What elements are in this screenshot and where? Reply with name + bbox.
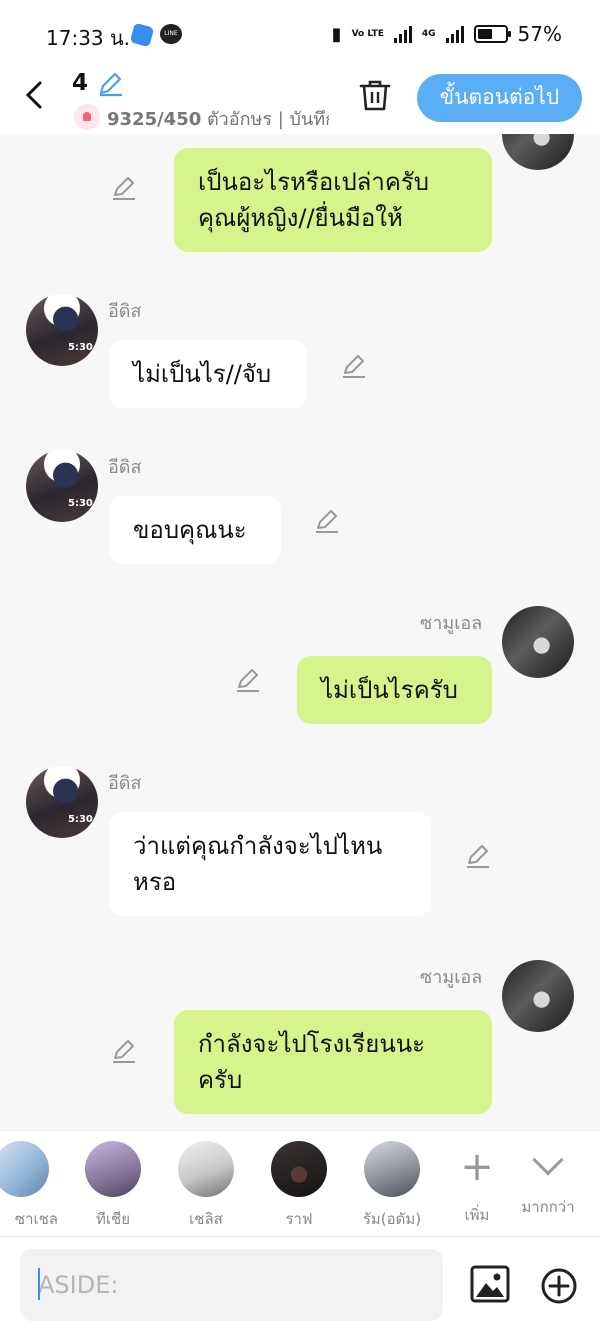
edit-message-button[interactable]	[313, 507, 341, 535]
episode-number: 4	[72, 70, 89, 96]
character-avatar	[85, 1141, 141, 1197]
chevron-down-icon	[532, 1144, 564, 1176]
message-bubble[interactable]: ว่าแต่คุณกำลังจะไปไหน หรอ	[109, 812, 431, 916]
battery-icon	[473, 25, 511, 43]
avatar-time: 5:30	[68, 814, 93, 825]
pencil-icon	[467, 845, 489, 868]
aside-input[interactable]	[20, 1249, 443, 1321]
avatar-time: 5:30	[68, 498, 93, 509]
edit-message-button[interactable]	[464, 842, 492, 870]
pencil-icon	[113, 177, 135, 200]
character-selector: ซาเชล ทีเชีย เชลิส ราฟ รัม(อดัม) + เพิ่ม…	[0, 1130, 600, 1236]
speaker-name: ซามูเอล	[420, 967, 483, 988]
speaker-name: ซามูเอล	[420, 613, 483, 634]
avatar-samuel	[502, 960, 574, 1032]
character-item[interactable]: เชลิส	[161, 1141, 251, 1231]
pencil-icon	[113, 1040, 135, 1063]
pencil-icon	[343, 355, 365, 378]
image-icon	[470, 1265, 510, 1303]
vibrate-icon: ▮	[331, 23, 342, 45]
chat-area[interactable]: เป็นอะไรหรือเปล่าครับ คุณผู้หญิง//ยื่นมื…	[0, 134, 600, 1130]
chevron-left-icon	[25, 81, 42, 109]
character-name: เชลิส	[189, 1210, 223, 1228]
message-text: กำลังจะไปโรงเรียนนะ	[198, 1030, 426, 1058]
edit-title-button[interactable]	[96, 70, 124, 102]
avatar-time: 5:30	[68, 342, 93, 353]
message-text: ไม่เป็นไรครับ	[321, 676, 458, 704]
message-text: เป็นอะไรหรือเปล่าครับ	[198, 168, 430, 196]
bell-icon	[74, 104, 100, 130]
network-icon: 4G	[421, 28, 436, 39]
signal-icon-2	[445, 25, 464, 43]
more-label: มากกว่า	[521, 1198, 575, 1216]
char-count-value: 9325/450	[107, 109, 202, 130]
message-text: ว่าแต่คุณกำลังจะไปไหน	[133, 832, 383, 860]
input-bar	[0, 1236, 600, 1333]
character-avatar	[0, 1141, 49, 1197]
line-app-icon: LINE	[160, 24, 182, 44]
message-bubble[interactable]: ขอบคุณนะ	[109, 496, 281, 564]
status-right: ▮ Vo LTE 4G 57%	[332, 22, 562, 46]
character-avatar	[271, 1141, 327, 1197]
speaker-name: อีดิส	[108, 301, 142, 322]
avatar-samuel	[502, 134, 574, 170]
char-count-suffix: ตัวอักษร | บันทึก	[201, 109, 329, 130]
pencil-icon	[316, 510, 338, 533]
app-notification-icon	[129, 22, 155, 48]
editor-header: 4 9325/450 ตัวอักษร | บันทึก ขั้นตอนต่อไ…	[0, 66, 600, 134]
character-name: ราฟ	[285, 1210, 313, 1228]
message-text: คุณผู้หญิง//ยื่นมือให้	[198, 204, 403, 232]
character-avatar	[364, 1141, 420, 1197]
add-button[interactable]	[540, 1267, 578, 1309]
battery-level: 57%	[517, 22, 562, 46]
character-count: 9325/450 ตัวอักษร | บันทึก	[107, 104, 329, 133]
message-bubble[interactable]: กำลังจะไปโรงเรียนนะ ครับ	[174, 1010, 492, 1114]
edit-message-button[interactable]	[110, 174, 138, 202]
avatar-edith: 5:30	[26, 766, 98, 838]
trash-icon	[359, 80, 391, 111]
character-item[interactable]: ราฟ	[254, 1141, 344, 1231]
next-step-button[interactable]: ขั้นตอนต่อไป	[417, 74, 582, 122]
edit-message-button[interactable]	[340, 352, 368, 380]
volte-icon: Vo LTE	[351, 28, 384, 39]
pencil-icon	[99, 72, 122, 97]
speaker-name: อีดิส	[108, 773, 142, 794]
character-name: ทีเชีย	[96, 1210, 130, 1228]
message-bubble[interactable]: เป็นอะไรหรือเปล่าครับ คุณผู้หญิง//ยื่นมื…	[174, 148, 492, 252]
edit-message-button[interactable]	[110, 1037, 138, 1065]
insert-image-button[interactable]	[470, 1265, 510, 1307]
more-characters-button[interactable]: มากกว่า	[503, 1141, 593, 1219]
avatar-edith: 5:30	[26, 450, 98, 522]
character-item[interactable]: ซาเชล	[0, 1141, 66, 1231]
character-item[interactable]: รัม(อดัม)	[347, 1141, 437, 1231]
pencil-icon	[237, 669, 259, 692]
text-cursor	[38, 1268, 40, 1300]
speaker-name: อีดิส	[108, 457, 142, 478]
character-avatar	[178, 1141, 234, 1197]
edit-message-button[interactable]	[234, 666, 262, 694]
avatar-samuel	[502, 606, 574, 678]
status-time: 17:33 น.	[46, 26, 131, 50]
message-text: หรอ	[133, 868, 177, 896]
character-name: รัม(อดัม)	[362, 1210, 422, 1228]
message-text: ไม่เป็นไร//จับ	[133, 360, 272, 388]
character-name: ซาเชล	[14, 1210, 58, 1228]
status-bar: 17:33 น. LINE ▮ Vo LTE 4G 57%	[0, 0, 600, 66]
delete-button[interactable]	[358, 78, 392, 116]
signal-icon	[393, 25, 412, 43]
message-bubble[interactable]: ไม่เป็นไรครับ	[297, 656, 492, 724]
plus-circle-icon	[541, 1268, 577, 1304]
message-bubble[interactable]: ไม่เป็นไร//จับ	[109, 340, 307, 408]
avatar-edith: 5:30	[26, 294, 98, 366]
message-text: ขอบคุณนะ	[133, 516, 247, 544]
back-button[interactable]	[24, 80, 54, 114]
character-item[interactable]: ทีเชีย	[68, 1141, 158, 1231]
message-text: ครับ	[198, 1066, 243, 1094]
